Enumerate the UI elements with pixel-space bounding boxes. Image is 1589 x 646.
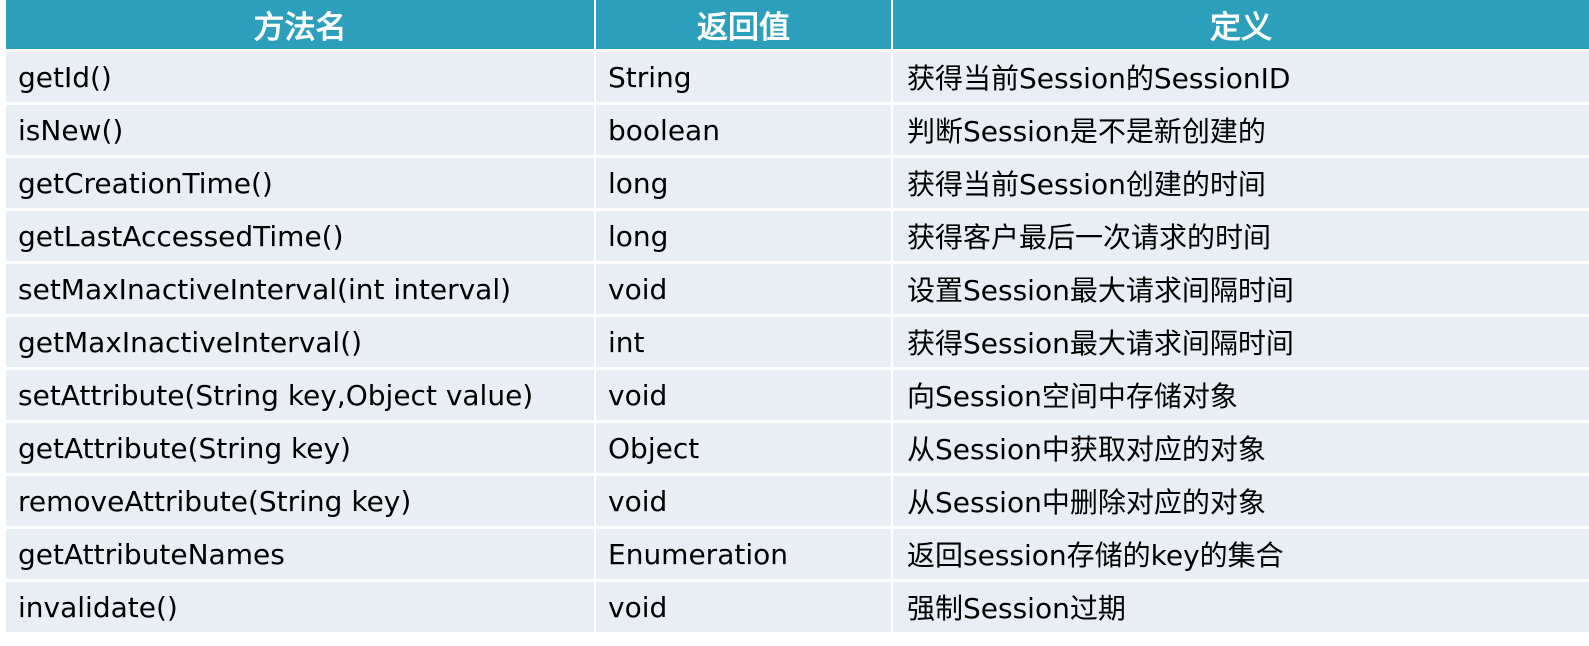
return-type-cell: long xyxy=(596,158,893,211)
definition-cell: 获得当前Session创建的时间 xyxy=(893,158,1589,211)
header-method-name: 方法名 xyxy=(6,0,596,52)
definition-cell: 获得当前Session的SessionID xyxy=(893,52,1589,105)
table-row: getCreationTime() long 获得当前Session创建的时间 xyxy=(6,158,1589,211)
definition-cell: 强制Session过期 xyxy=(893,582,1589,635)
return-type-cell: void xyxy=(596,264,893,317)
session-methods-table-container: 方法名 返回值 定义 getId() String 获得当前Session的Se… xyxy=(6,0,1589,635)
method-cell: getMaxInactiveInterval() xyxy=(6,317,596,370)
return-type-cell: int xyxy=(596,317,893,370)
table-row: isNew() boolean 判断Session是不是新创建的 xyxy=(6,105,1589,158)
table-row: getLastAccessedTime() long 获得客户最后一次请求的时间 xyxy=(6,211,1589,264)
method-cell: getLastAccessedTime() xyxy=(6,211,596,264)
table-row: getMaxInactiveInterval() int 获得Session最大… xyxy=(6,317,1589,370)
table-row: getAttribute(String key) Object 从Session… xyxy=(6,423,1589,476)
method-cell: isNew() xyxy=(6,105,596,158)
definition-cell: 获得客户最后一次请求的时间 xyxy=(893,211,1589,264)
definition-cell: 获得Session最大请求间隔时间 xyxy=(893,317,1589,370)
method-cell: getAttributeNames xyxy=(6,529,596,582)
method-cell: removeAttribute(String key) xyxy=(6,476,596,529)
return-type-cell: String xyxy=(596,52,893,105)
table-row: getAttributeNames Enumeration 返回session存… xyxy=(6,529,1589,582)
table-row: setMaxInactiveInterval(int interval) voi… xyxy=(6,264,1589,317)
header-row: 方法名 返回值 定义 xyxy=(6,0,1589,52)
definition-cell: 向Session空间中存储对象 xyxy=(893,370,1589,423)
definition-cell: 从Session中删除对应的对象 xyxy=(893,476,1589,529)
definition-cell: 判断Session是不是新创建的 xyxy=(893,105,1589,158)
definition-cell: 设置Session最大请求间隔时间 xyxy=(893,264,1589,317)
return-type-cell: Object xyxy=(596,423,893,476)
return-type-cell: void xyxy=(596,476,893,529)
definition-cell: 返回session存储的key的集合 xyxy=(893,529,1589,582)
method-cell: setAttribute(String key,Object value) xyxy=(6,370,596,423)
method-cell: invalidate() xyxy=(6,582,596,635)
definition-cell: 从Session中获取对应的对象 xyxy=(893,423,1589,476)
header-return-value: 返回值 xyxy=(596,0,893,52)
method-cell: getAttribute(String key) xyxy=(6,423,596,476)
return-type-cell: long xyxy=(596,211,893,264)
table-row: removeAttribute(String key) void 从Sessio… xyxy=(6,476,1589,529)
table-row: getId() String 获得当前Session的SessionID xyxy=(6,52,1589,105)
return-type-cell: boolean xyxy=(596,105,893,158)
return-type-cell: void xyxy=(596,582,893,635)
table-body: getId() String 获得当前Session的SessionID isN… xyxy=(6,52,1589,635)
return-type-cell: Enumeration xyxy=(596,529,893,582)
method-cell: getId() xyxy=(6,52,596,105)
return-type-cell: void xyxy=(596,370,893,423)
table-header: 方法名 返回值 定义 xyxy=(6,0,1589,52)
session-methods-table: 方法名 返回值 定义 getId() String 获得当前Session的Se… xyxy=(6,0,1589,635)
table-row: invalidate() void 强制Session过期 xyxy=(6,582,1589,635)
method-cell: getCreationTime() xyxy=(6,158,596,211)
table-row: setAttribute(String key,Object value) vo… xyxy=(6,370,1589,423)
header-definition: 定义 xyxy=(893,0,1589,52)
method-cell: setMaxInactiveInterval(int interval) xyxy=(6,264,596,317)
